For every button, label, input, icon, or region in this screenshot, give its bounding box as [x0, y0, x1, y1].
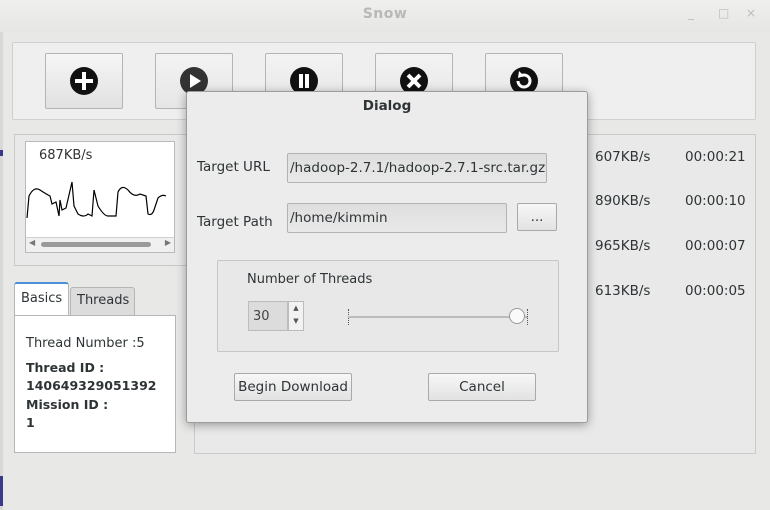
target-url-input[interactable]: /hadoop-2.7.1/hadoop-2.7.1-src.tar.gz	[287, 153, 547, 183]
current-speed-label: 687KB/s	[39, 148, 93, 163]
threads-slider-handle[interactable]	[509, 308, 525, 324]
close-window-button[interactable]: ×	[746, 6, 756, 20]
thread-number: Thread Number :5	[26, 336, 145, 351]
browse-button[interactable]: ...	[517, 203, 557, 231]
thread-id-label: Thread ID :	[26, 360, 105, 375]
left-strip	[0, 0, 3, 510]
begin-download-button[interactable]: Begin Download	[234, 373, 352, 401]
download-speed: 613KB/s	[595, 283, 651, 299]
threads-value[interactable]: 30	[248, 301, 288, 331]
download-time: 00:00:05	[685, 283, 746, 299]
spin-up-icon[interactable]: ▲	[289, 302, 303, 315]
speed-graph: 687KB/s ◀ ▶	[25, 141, 175, 253]
tab-threads[interactable]: Threads	[70, 287, 135, 315]
basics-panel: Thread Number :5 Thread ID : 14064932905…	[14, 315, 176, 453]
threads-group-label: Number of Threads	[247, 272, 373, 287]
download-speed: 890KB/s	[595, 193, 651, 209]
slider-max-tick	[527, 309, 529, 325]
mission-id-value: 1	[26, 415, 35, 430]
tab-basics[interactable]: Basics	[14, 282, 69, 316]
download-time: 00:00:21	[685, 149, 746, 165]
new-download-dialog: Dialog Target URL /hadoop-2.7.1/hadoop-2…	[186, 91, 588, 423]
left-strip-marker	[0, 150, 3, 156]
threads-spinbox[interactable]: 30 ▲ ▼	[248, 301, 306, 331]
download-speed: 965KB/s	[595, 238, 651, 254]
speed-graph-scrollbar[interactable]: ◀ ▶	[26, 237, 174, 252]
download-time: 00:00:10	[685, 193, 746, 209]
threads-group: Number of Threads 30 ▲ ▼	[217, 260, 559, 352]
target-url-label: Target URL	[197, 159, 270, 175]
spin-down-icon[interactable]: ▼	[289, 315, 303, 328]
add-button[interactable]	[45, 53, 123, 109]
threads-slider[interactable]	[348, 316, 528, 318]
target-path-label: Target Path	[197, 214, 273, 230]
target-path-input[interactable]: /home/kimmin	[287, 203, 507, 233]
cancel-button[interactable]: Cancel	[428, 373, 536, 401]
title-bar: Snow _ □ ×	[0, 0, 770, 32]
thread-id-value: 140649329051392	[26, 378, 157, 393]
plus-circle-icon	[70, 67, 98, 95]
download-time: 00:00:07	[685, 238, 746, 254]
mission-id-label: Mission ID :	[26, 397, 109, 412]
minimize-button[interactable]: _	[688, 6, 694, 20]
left-strip-marker	[0, 476, 3, 506]
scrollbar-thumb[interactable]	[41, 242, 151, 247]
window-title: Snow	[362, 6, 408, 22]
maximize-button[interactable]: □	[718, 6, 729, 20]
dialog-title: Dialog	[362, 98, 412, 114]
download-speed: 607KB/s	[595, 149, 651, 165]
speed-graph-panel: 687KB/s ◀ ▶	[14, 134, 188, 266]
speed-graph-line	[26, 181, 167, 219]
spin-arrows[interactable]: ▲ ▼	[288, 301, 304, 331]
